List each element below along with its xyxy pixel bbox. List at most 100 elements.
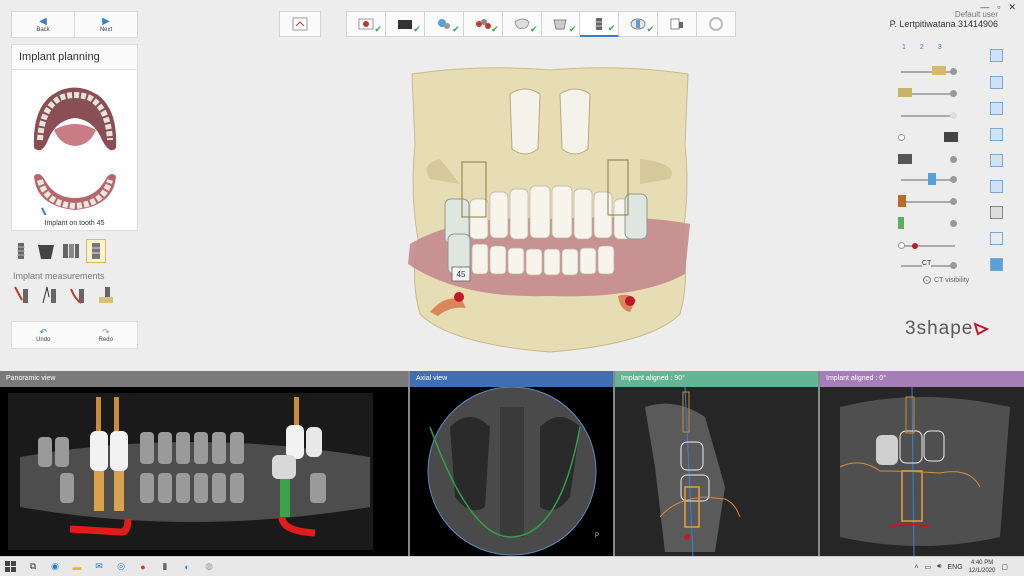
workflow-step-crown[interactable]: ✔ [385,11,425,37]
teeth-icon [475,19,491,29]
workflow-step-model[interactable]: ✔ [541,11,581,37]
selected-tooth-caption: Implant on tooth 45 [44,220,105,227]
arrow-right-icon: ▶ [102,15,110,27]
pane-title-panoramic: Panoramic view [0,371,408,387]
implant-studio-button[interactable]: ▮ [156,560,174,574]
app-button-scan[interactable]: ◐ [178,560,196,574]
view-tab-1[interactable]: 1 [902,44,906,51]
workflow-step-ct[interactable]: ✔ [619,11,659,37]
finish-icon [709,17,724,31]
tooth-number-label: 45 [457,270,466,279]
show-hidden-icons-icon[interactable]: ˄ [914,564,918,571]
implant-group-tool-button[interactable] [61,239,81,263]
ct-visibility-label: CT visibility [934,276,970,284]
redo-button[interactable]: ↷ Redo [75,322,138,348]
teeth-blue-icon [928,173,936,185]
start-button[interactable] [2,560,20,574]
aligned-0-image [820,387,1024,556]
implant-aligned-0-view[interactable]: Implant aligned : 0° [820,371,1024,556]
opacity-slider-teeth[interactable] [898,172,958,188]
back-button[interactable]: ◀ Back [12,12,75,37]
check-icon: ✔ [646,24,655,34]
3d-view-canvas[interactable]: 45 [400,64,700,364]
brand-logo: 3shape [905,318,990,340]
copy-view-icon[interactable] [990,76,1003,89]
toggle-abutment-visibility[interactable] [898,152,958,168]
angle-icon[interactable] [41,285,59,305]
settings-view-icon[interactable] [990,258,1003,271]
panoramic-image [8,393,373,550]
toggle-implant-visibility[interactable] [898,130,958,146]
panoramic-view[interactable]: Panoramic view [0,371,410,556]
abutment-tool-button[interactable] [36,239,56,263]
workflow-step-bite[interactable]: ✔ [424,11,464,37]
measurement-tools [11,281,138,315]
workflow-step-implant[interactable]: ✔ [580,11,620,37]
copy-view-icon[interactable] [990,128,1003,141]
workflow-step-guide[interactable] [658,11,698,37]
model-icon [553,19,568,30]
check-icon: ✔ [568,24,577,34]
mail-button[interactable]: ✉ [90,560,108,574]
app-window: — ▫ ✕ Default user P. Lertpitiwatana 314… [0,0,1024,556]
check-icon: ✔ [491,24,499,34]
task-view-button[interactable]: ⧉ [24,560,42,574]
close-button[interactable]: ✕ [1008,2,1016,13]
file-explorer-button[interactable]: ▬ [68,560,86,574]
pane-title-aligned-0: Implant aligned : 0° [820,371,1024,387]
clock[interactable]: 4:40 PM 12/1/2020 [969,559,996,575]
volume-icon[interactable]: 🔊︎ [937,563,941,571]
view-tab-2[interactable]: 2 [920,44,924,51]
language-indicator[interactable]: ENG [948,564,963,571]
bone-density-icon[interactable] [97,285,115,305]
user-info: Default user P. Lertpitiwatana 31414906 [890,10,998,29]
notifications-icon[interactable]: ▢ [1001,563,1008,571]
drill-icon [912,243,918,249]
network-icon[interactable]: ▭ [924,563,931,571]
opacity-slider-abutment[interactable] [898,86,958,102]
workflow-step-teeth[interactable]: ✔ [463,11,503,37]
opacity-slider-sleeve[interactable] [898,194,958,210]
undo-button[interactable]: ↶ Undo [12,322,75,348]
implant-icon [17,243,25,259]
implant-tool-button[interactable] [11,239,31,263]
copy-view-icon[interactable] [990,102,1003,115]
app-button-3shape[interactable]: ◍ [200,560,218,574]
edge-button[interactable]: ◉ [46,560,64,574]
opacity-slider-drill[interactable] [898,238,958,254]
ct-views: Panoramic view Axial view P Implant alig… [0,371,1024,556]
clock-time: 4:40 PM [970,560,994,566]
ct-visibility-toggle[interactable]: ⌄ CT visibility [923,276,969,284]
pane-title-aligned-90: Implant aligned : 90° [615,371,818,387]
toggle-nerve-visibility[interactable] [898,216,958,232]
copy-view-icon[interactable] [990,154,1003,167]
opacity-slider-model[interactable] [898,108,958,124]
skull-3d-model: 45 [408,67,690,353]
order-form-button[interactable] [279,11,321,37]
ct-visibility-slider[interactable]: CT [898,258,958,274]
workflow-step-tooth[interactable]: ✔ [502,11,542,37]
nerve-distance-icon[interactable] [69,285,87,305]
implant-aligned-90-view[interactable]: Implant aligned : 90° [615,371,820,556]
workflow-step-finish[interactable] [697,11,737,37]
distance-icon[interactable] [13,285,31,305]
app-button-blue[interactable]: ◎ [112,560,130,574]
axial-view[interactable]: Axial view P [410,371,615,556]
implant-group-icon [63,244,79,258]
implant-selected-tool-button[interactable] [86,239,106,263]
implant-app-icon: ▮ [162,561,168,571]
view-tab-3[interactable]: 3 [938,44,942,51]
camera-icon[interactable] [990,206,1003,219]
copy-view-icon[interactable] [990,180,1003,193]
windows-taskbar: ⧉ ◉ ▬ ✉ ◎ ● ▮ ◐ ◍ ˄ ▭ 🔊︎ ENG 4:40 PM 12/… [0,556,1024,576]
workflow-step-scan[interactable]: ✔ [346,11,386,37]
crown-gold-icon [932,66,946,75]
next-button[interactable]: ▶ Next [75,12,137,37]
chrome-button[interactable]: ● [134,560,152,574]
implant-tools [11,236,138,269]
user-label: Default user [954,10,998,19]
user-view-icon[interactable] [990,232,1003,245]
tooth-selector-preview[interactable]: Implant on tooth 45 [11,70,138,231]
opacity-slider-crown[interactable] [898,64,958,80]
copy-view-icon[interactable] [990,49,1003,62]
